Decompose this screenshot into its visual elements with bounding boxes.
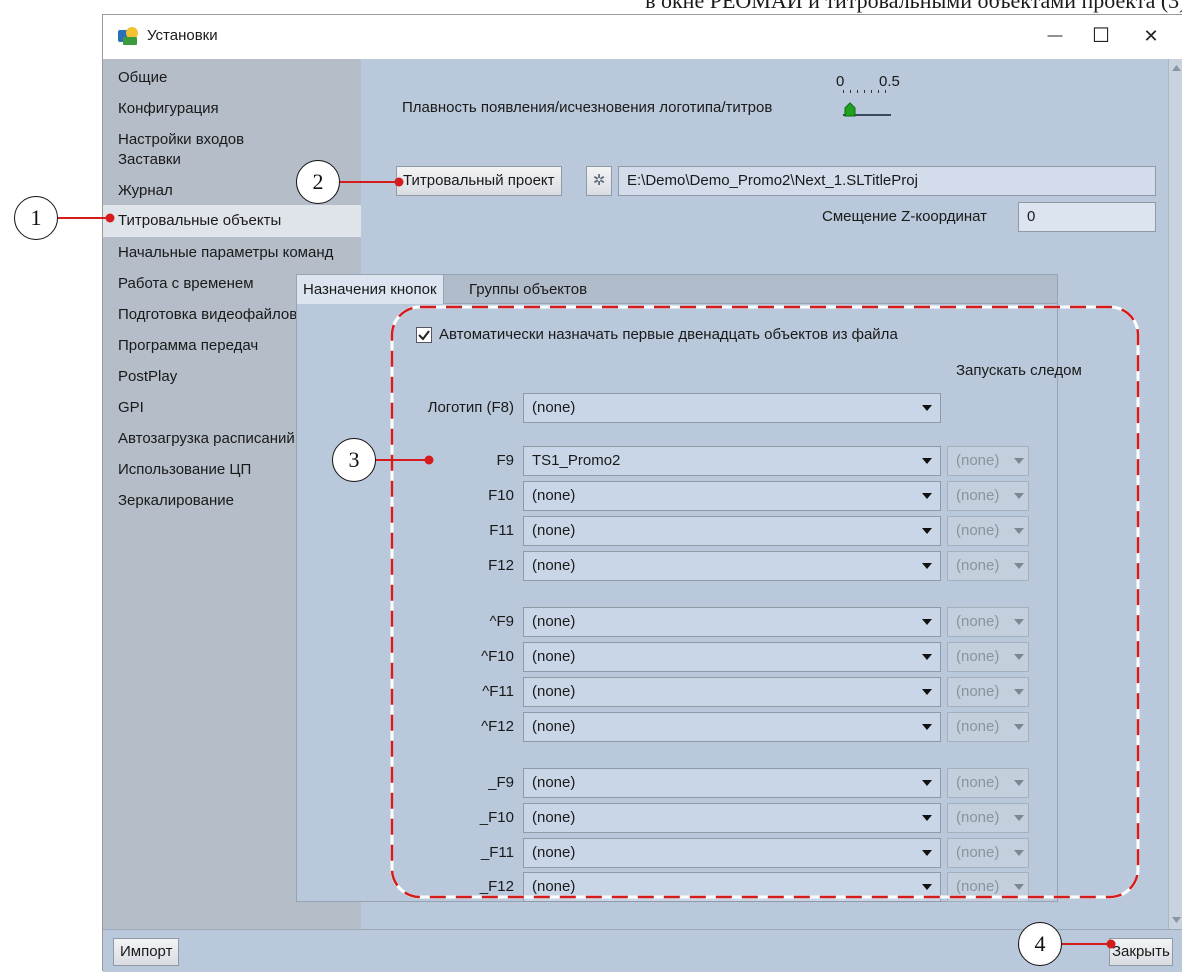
callout-4: 4 [1018, 922, 1062, 966]
callout-2: 2 [296, 160, 340, 204]
annotation-overlay [58, 177, 1140, 949]
annotation-frame [390, 305, 1140, 899]
leader-dot-1 [105, 213, 115, 223]
callout-1: 1 [14, 196, 58, 240]
leader-dot-3 [424, 455, 434, 465]
callout-3: 3 [332, 438, 376, 482]
leader-dot-4 [1106, 939, 1116, 949]
leader-dot-2 [394, 177, 404, 187]
